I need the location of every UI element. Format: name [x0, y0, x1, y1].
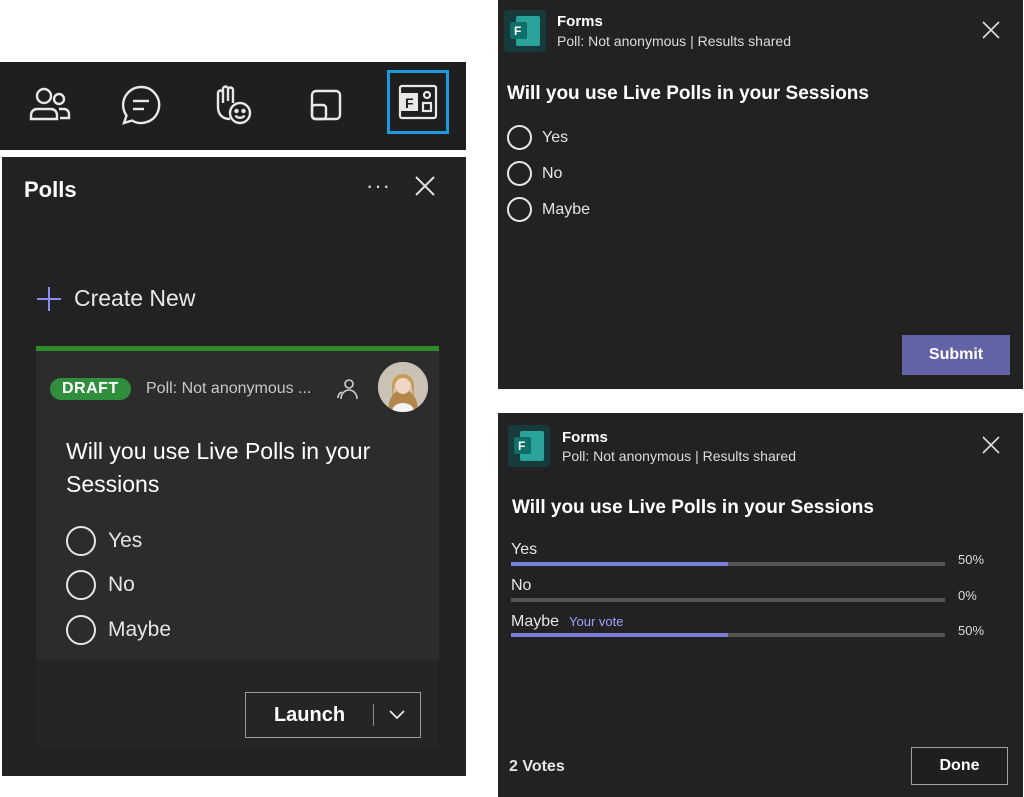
close-icon[interactable]: [982, 21, 1000, 39]
forms-vote-panel: F Forms Poll: Not anonymous | Results sh…: [498, 0, 1023, 389]
radio-button[interactable]: [507, 197, 532, 222]
done-button[interactable]: Done: [911, 747, 1008, 785]
your-vote-label: Your vote: [569, 614, 624, 629]
option-maybe[interactable]: Maybe: [66, 615, 171, 645]
poll-meta: Poll: Not anonymous ...: [146, 380, 312, 397]
share-tray-icon[interactable]: [297, 76, 355, 134]
option-label: Maybe: [108, 618, 172, 641]
meeting-toolbar: F: [0, 62, 466, 150]
close-icon[interactable]: [982, 436, 1000, 454]
option-yes[interactable]: Yes: [66, 526, 142, 556]
poll-card: DRAFT Poll: Not anonymous ... Will you u…: [36, 346, 439, 748]
forms-logo-icon: F: [504, 10, 546, 52]
chat-icon[interactable]: [112, 76, 170, 134]
people-icon[interactable]: [336, 377, 360, 401]
result-label: No: [511, 577, 532, 594]
vote-count: 2 Votes: [509, 758, 565, 775]
polls-title: Polls: [24, 177, 77, 202]
plus-icon: [37, 286, 61, 311]
close-icon[interactable]: [414, 175, 436, 197]
radio-button[interactable]: [507, 161, 532, 186]
result-percent: 50%: [958, 552, 985, 567]
option-no[interactable]: No: [66, 570, 135, 600]
result-row: Yes: [511, 541, 537, 559]
raise-hand-reactions-icon[interactable]: [203, 76, 261, 134]
poll-question: Will you use Live Polls in your Sessions: [66, 438, 371, 497]
result-label: Maybe: [511, 613, 560, 630]
poll-meta: Poll: Not anonymous | Results shared: [557, 33, 791, 49]
people-icon[interactable]: [21, 76, 79, 134]
option-maybe[interactable]: Maybe: [507, 197, 590, 222]
app-name: Forms: [557, 13, 603, 30]
svg-text:F: F: [518, 439, 525, 453]
poll-meta: Poll: Not anonymous | Results shared: [562, 448, 796, 464]
radio-button[interactable]: [66, 526, 96, 556]
polls-panel: Polls ··· Create New DRAFT Poll: Not ano…: [2, 157, 466, 776]
result-bar-track: [511, 562, 945, 566]
option-no[interactable]: No: [507, 161, 562, 186]
option-yes[interactable]: Yes: [507, 125, 568, 150]
option-label: Yes: [108, 529, 143, 552]
forms-results-panel: F Forms Poll: Not anonymous | Results sh…: [498, 413, 1023, 797]
radio-button[interactable]: [66, 615, 96, 645]
forms-logo-icon: F: [508, 425, 550, 467]
result-row: No: [511, 577, 531, 595]
result-bar-track: [511, 633, 945, 637]
result-row: Maybe Your vote: [511, 613, 623, 631]
result-bar: [511, 633, 728, 637]
result-label: Yes: [511, 541, 538, 558]
option-label: Maybe: [542, 200, 591, 218]
draft-badge: DRAFT: [50, 378, 131, 400]
svg-text:F: F: [405, 95, 414, 111]
launch-label: Launch: [273, 703, 346, 726]
more-options-icon[interactable]: ···: [366, 173, 391, 199]
radio-button[interactable]: [66, 570, 96, 600]
option-label: No: [542, 164, 563, 182]
result-bar-track: [511, 598, 945, 602]
option-label: Yes: [542, 128, 569, 146]
chevron-down-icon[interactable]: [374, 710, 420, 720]
create-new-label: Create New: [74, 285, 196, 311]
create-new-button[interactable]: Create New: [36, 285, 195, 312]
app-name: Forms: [562, 429, 608, 446]
forms-app-icon: F: [398, 84, 438, 120]
submit-button[interactable]: Submit: [902, 335, 1010, 375]
forms-app-button[interactable]: F: [387, 70, 449, 134]
result-bar: [511, 562, 728, 566]
launch-button[interactable]: Launch: [245, 692, 421, 738]
result-percent: 0%: [958, 588, 977, 603]
option-label: No: [108, 573, 135, 596]
avatar: [378, 362, 428, 412]
poll-question: Will you use Live Polls in your Sessions: [507, 83, 869, 104]
radio-button[interactable]: [507, 125, 532, 150]
result-percent: 50%: [958, 623, 985, 638]
svg-text:F: F: [514, 24, 521, 38]
poll-question: Will you use Live Polls in your Sessions: [512, 497, 874, 518]
